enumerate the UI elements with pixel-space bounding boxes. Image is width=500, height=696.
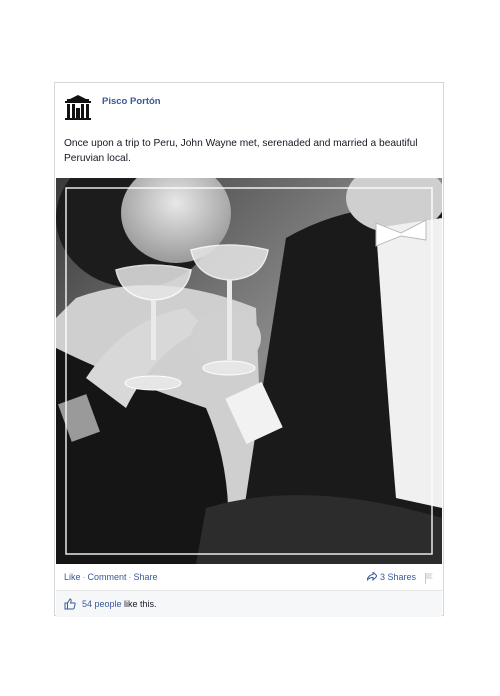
photo-couple-toast-icon xyxy=(56,178,442,564)
comment-link[interactable]: Comment xyxy=(88,572,127,582)
flag-icon[interactable] xyxy=(424,572,434,584)
post-actions: Like · Comment · Share 3 Shares xyxy=(64,570,434,586)
shares-count-label: 3 Shares xyxy=(379,572,416,582)
like-link[interactable]: Like xyxy=(64,572,81,582)
post-text: Once upon a trip to Peru, John Wayne met… xyxy=(64,138,418,164)
likes-suffix: like this. xyxy=(121,599,157,609)
action-separator: · xyxy=(128,572,132,582)
share-link[interactable]: Share xyxy=(134,572,158,582)
shares-count-link[interactable]: 3 Shares xyxy=(366,570,416,582)
post-photo[interactable] xyxy=(56,178,442,564)
building-logo-icon xyxy=(64,93,92,121)
post-card: Pisco Portón Once upon a trip to Peru, J… xyxy=(54,82,444,617)
post-header: Pisco Portón xyxy=(64,93,424,125)
action-separator: · xyxy=(82,572,86,582)
likes-text: 54 people like this. xyxy=(82,599,157,609)
likes-summary: 54 people like this. xyxy=(56,590,442,617)
page-avatar[interactable] xyxy=(64,93,92,121)
share-arrow-icon xyxy=(366,570,379,582)
page-name-link[interactable]: Pisco Portón xyxy=(102,96,161,107)
likes-count-link[interactable]: 54 people xyxy=(82,599,122,609)
thumbs-up-icon xyxy=(64,598,76,610)
